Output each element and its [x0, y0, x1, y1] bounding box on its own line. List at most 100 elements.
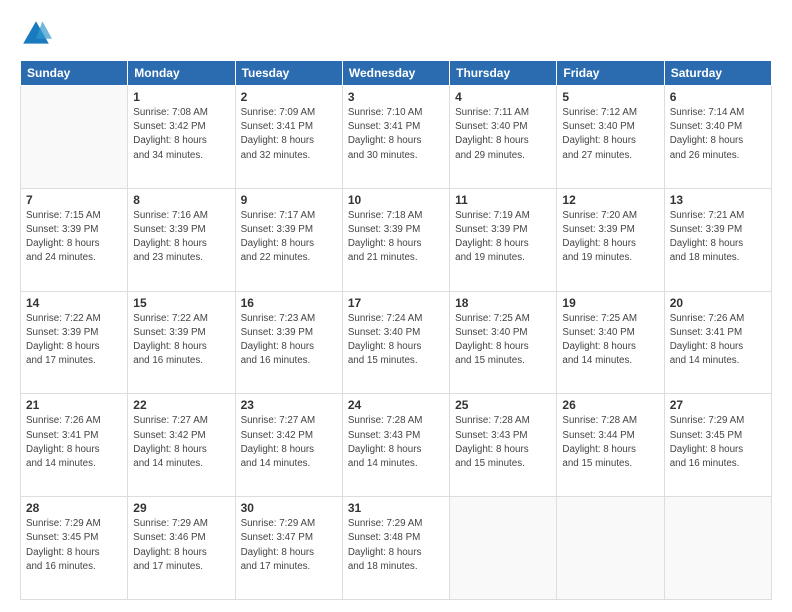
day-cell: 1 Sunrise: 7:08 AMSunset: 3:42 PMDaylight… [128, 86, 235, 189]
day-cell: 30Sunrise: 7:29 AMSunset: 3:47 PMDayligh… [235, 497, 342, 600]
day-number: 10 [348, 193, 444, 207]
day-number: 26 [562, 398, 658, 412]
header-cell-sunday: Sunday [21, 61, 128, 86]
day-info: Sunrise: 7:25 AMSunset: 3:40 PMDaylight:… [562, 312, 658, 369]
day-cell: 5 Sunrise: 7:12 AMSunset: 3:40 PMDaylight… [557, 86, 664, 189]
week-row-5: 28 Sunrise: 7:29 AMSunset: 3:45 PMDayligh… [21, 497, 772, 600]
day-info: Sunrise: 7:29 AMSunset: 3:45 PMDaylight:… [26, 517, 122, 574]
day-info: Sunrise: 7:15 AMSunset: 3:39 PMDaylight:… [26, 209, 122, 266]
day-info: Sunrise: 7:29 AMSunset: 3:46 PMDaylight:… [133, 517, 229, 574]
day-cell: 19 Sunrise: 7:25 AMSunset: 3:40 PMDayligh… [557, 291, 664, 394]
day-info: Sunrise: 7:19 AMSunset: 3:39 PMDaylight:… [455, 209, 551, 266]
day-info: Sunrise: 7:21 AMSunset: 3:39 PMDaylight:… [670, 209, 766, 266]
day-number: 27 [670, 398, 766, 412]
day-number: 5 [562, 90, 658, 104]
header-row: SundayMondayTuesdayWednesdayThursdayFrid… [21, 61, 772, 86]
day-info: Sunrise: 7:24 AMSunset: 3:40 PMDaylight:… [348, 312, 444, 369]
day-cell: 25Sunrise: 7:28 AMSunset: 3:43 PMDayligh… [450, 394, 557, 497]
day-number: 7 [26, 193, 122, 207]
week-row-1: 1 Sunrise: 7:08 AMSunset: 3:42 PMDaylight… [21, 86, 772, 189]
day-cell [557, 497, 664, 600]
day-info: Sunrise: 7:08 AMSunset: 3:42 PMDaylight:… [133, 106, 229, 163]
week-row-2: 7 Sunrise: 7:15 AMSunset: 3:39 PMDaylight… [21, 188, 772, 291]
day-info: Sunrise: 7:22 AMSunset: 3:39 PMDaylight:… [26, 312, 122, 369]
day-number: 25 [455, 398, 551, 412]
day-number: 9 [241, 193, 337, 207]
day-number: 17 [348, 296, 444, 310]
day-cell: 11Sunrise: 7:19 AMSunset: 3:39 PMDayligh… [450, 188, 557, 291]
day-cell: 10Sunrise: 7:18 AMSunset: 3:39 PMDayligh… [342, 188, 449, 291]
day-info: Sunrise: 7:28 AMSunset: 3:44 PMDaylight:… [562, 414, 658, 471]
day-number: 3 [348, 90, 444, 104]
day-info: Sunrise: 7:12 AMSunset: 3:40 PMDaylight:… [562, 106, 658, 163]
day-cell: 16 Sunrise: 7:23 AMSunset: 3:39 PMDayligh… [235, 291, 342, 394]
day-info: Sunrise: 7:29 AMSunset: 3:48 PMDaylight:… [348, 517, 444, 574]
day-cell: 31 Sunrise: 7:29 AMSunset: 3:48 PMDayligh… [342, 497, 449, 600]
day-info: Sunrise: 7:22 AMSunset: 3:39 PMDaylight:… [133, 312, 229, 369]
day-cell: 29 Sunrise: 7:29 AMSunset: 3:46 PMDayligh… [128, 497, 235, 600]
day-cell: 17 Sunrise: 7:24 AMSunset: 3:40 PMDayligh… [342, 291, 449, 394]
header-cell-tuesday: Tuesday [235, 61, 342, 86]
logo [20, 18, 56, 50]
day-cell: 24Sunrise: 7:28 AMSunset: 3:43 PMDayligh… [342, 394, 449, 497]
day-number: 6 [670, 90, 766, 104]
day-cell: 28 Sunrise: 7:29 AMSunset: 3:45 PMDayligh… [21, 497, 128, 600]
day-number: 20 [670, 296, 766, 310]
day-info: Sunrise: 7:23 AMSunset: 3:39 PMDaylight:… [241, 312, 337, 369]
day-number: 29 [133, 501, 229, 515]
day-number: 1 [133, 90, 229, 104]
day-info: Sunrise: 7:27 AMSunset: 3:42 PMDaylight:… [133, 414, 229, 471]
day-info: Sunrise: 7:14 AMSunset: 3:40 PMDaylight:… [670, 106, 766, 163]
day-number: 30 [241, 501, 337, 515]
day-cell: 27 Sunrise: 7:29 AMSunset: 3:45 PMDayligh… [664, 394, 771, 497]
header-cell-monday: Monday [128, 61, 235, 86]
day-number: 4 [455, 90, 551, 104]
day-number: 21 [26, 398, 122, 412]
day-info: Sunrise: 7:25 AMSunset: 3:40 PMDaylight:… [455, 312, 551, 369]
day-info: Sunrise: 7:29 AMSunset: 3:45 PMDaylight:… [670, 414, 766, 471]
day-cell: 4 Sunrise: 7:11 AMSunset: 3:40 PMDaylight… [450, 86, 557, 189]
day-cell: 14Sunrise: 7:22 AMSunset: 3:39 PMDayligh… [21, 291, 128, 394]
day-info: Sunrise: 7:27 AMSunset: 3:42 PMDaylight:… [241, 414, 337, 471]
day-cell: 9 Sunrise: 7:17 AMSunset: 3:39 PMDaylight… [235, 188, 342, 291]
logo-icon [20, 18, 52, 50]
day-number: 13 [670, 193, 766, 207]
header-cell-wednesday: Wednesday [342, 61, 449, 86]
day-info: Sunrise: 7:16 AMSunset: 3:39 PMDaylight:… [133, 209, 229, 266]
day-cell [21, 86, 128, 189]
day-number: 16 [241, 296, 337, 310]
day-cell: 7 Sunrise: 7:15 AMSunset: 3:39 PMDaylight… [21, 188, 128, 291]
day-number: 2 [241, 90, 337, 104]
header-cell-friday: Friday [557, 61, 664, 86]
day-number: 23 [241, 398, 337, 412]
calendar-table: SundayMondayTuesdayWednesdayThursdayFrid… [20, 60, 772, 600]
day-number: 12 [562, 193, 658, 207]
day-info: Sunrise: 7:26 AMSunset: 3:41 PMDaylight:… [670, 312, 766, 369]
day-cell: 8 Sunrise: 7:16 AMSunset: 3:39 PMDaylight… [128, 188, 235, 291]
week-row-4: 21Sunrise: 7:26 AMSunset: 3:41 PMDayligh… [21, 394, 772, 497]
calendar-body: 1 Sunrise: 7:08 AMSunset: 3:42 PMDaylight… [21, 86, 772, 600]
day-cell: 13 Sunrise: 7:21 AMSunset: 3:39 PMDayligh… [664, 188, 771, 291]
calendar-header: SundayMondayTuesdayWednesdayThursdayFrid… [21, 61, 772, 86]
day-number: 31 [348, 501, 444, 515]
day-number: 22 [133, 398, 229, 412]
day-cell [664, 497, 771, 600]
day-info: Sunrise: 7:11 AMSunset: 3:40 PMDaylight:… [455, 106, 551, 163]
day-info: Sunrise: 7:17 AMSunset: 3:39 PMDaylight:… [241, 209, 337, 266]
week-row-3: 14Sunrise: 7:22 AMSunset: 3:39 PMDayligh… [21, 291, 772, 394]
day-cell: 3 Sunrise: 7:10 AMSunset: 3:41 PMDaylight… [342, 86, 449, 189]
day-info: Sunrise: 7:20 AMSunset: 3:39 PMDaylight:… [562, 209, 658, 266]
day-cell: 2 Sunrise: 7:09 AMSunset: 3:41 PMDaylight… [235, 86, 342, 189]
day-cell: 6 Sunrise: 7:14 AMSunset: 3:40 PMDaylight… [664, 86, 771, 189]
header-cell-saturday: Saturday [664, 61, 771, 86]
day-number: 28 [26, 501, 122, 515]
header-cell-thursday: Thursday [450, 61, 557, 86]
day-number: 19 [562, 296, 658, 310]
day-info: Sunrise: 7:09 AMSunset: 3:41 PMDaylight:… [241, 106, 337, 163]
day-number: 8 [133, 193, 229, 207]
day-cell: 21Sunrise: 7:26 AMSunset: 3:41 PMDayligh… [21, 394, 128, 497]
day-cell: 23 Sunrise: 7:27 AMSunset: 3:42 PMDayligh… [235, 394, 342, 497]
day-cell: 22 Sunrise: 7:27 AMSunset: 3:42 PMDayligh… [128, 394, 235, 497]
day-cell: 20 Sunrise: 7:26 AMSunset: 3:41 PMDayligh… [664, 291, 771, 394]
day-info: Sunrise: 7:10 AMSunset: 3:41 PMDaylight:… [348, 106, 444, 163]
